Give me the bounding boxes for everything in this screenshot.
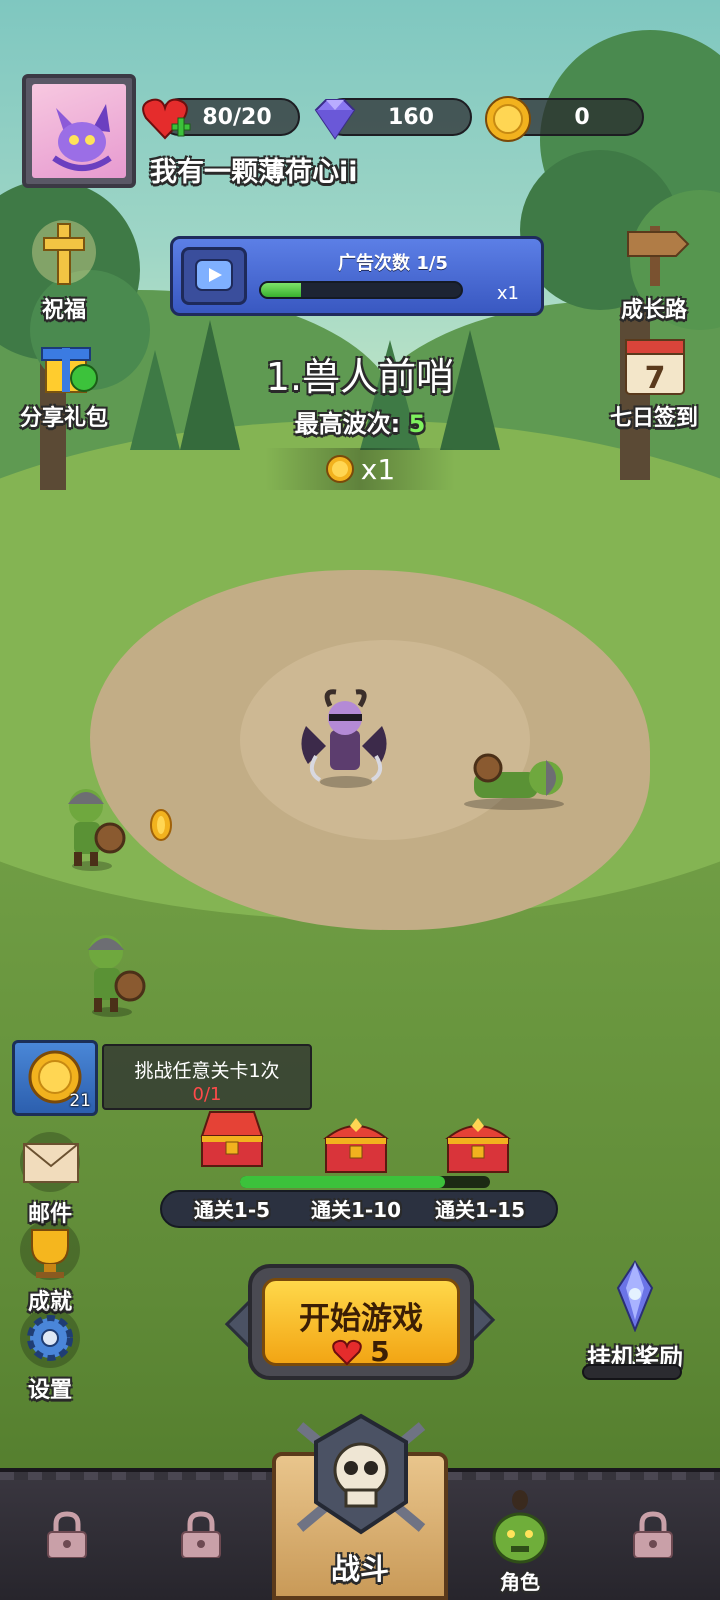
idle-reward-button[interactable]: 挂机奖励 [575,1260,695,1373]
demon-hunter-hero [301,689,387,788]
video-play-icon [195,259,233,291]
start-game-cost-value: 5 [370,1335,390,1368]
crystal-icon [616,1260,654,1333]
player-avatar[interactable] [22,74,136,188]
level-name: 1.兽人前哨 [265,355,455,399]
growth-path-button[interactable]: 成长路 [598,218,710,324]
coin-value: 0 [574,104,590,130]
lock-icon[interactable] [178,1510,224,1558]
signpost-icon [627,226,690,286]
diamond-icon [314,99,356,140]
settings-label: 设置 [27,1378,72,1403]
task-reward-count: 21 [69,1091,91,1111]
start-game-button-face: 开始游戏 5 [262,1278,460,1368]
milestone-label: 通关1-15 [434,1198,526,1222]
orc-enemy [68,789,126,871]
closed-chest-icon[interactable] [320,1112,392,1176]
mail-button[interactable]: 邮件 [0,1132,106,1228]
idle-reward-bar [582,1364,682,1380]
settings-button[interactable]: 设置 [0,1308,106,1404]
opened-chest-icon[interactable] [196,1106,268,1170]
heart-icon [332,1339,363,1365]
role-tab-label[interactable]: 角色 [482,1566,558,1595]
fallen-orc-enemy [464,753,564,810]
lock-icon[interactable] [630,1510,676,1558]
start-game-label: 开始游戏 [299,1301,423,1337]
skull-swords-icon [296,1413,426,1535]
stamina-value: 80/20 [202,104,272,130]
task-progress: 0/1 [192,1084,222,1105]
lock-icon[interactable] [44,1510,90,1558]
blessing-label: 祝福 [41,298,86,323]
player-name: 我有一颗薄荷心ii [150,157,358,188]
milestone-label: 通关1-10 [310,1198,402,1222]
ad-watch-panel[interactable]: 广告次数 1/5 x1 [170,236,544,316]
trophy-icon [20,1220,80,1280]
gear-icon [20,1308,80,1368]
milestone-track-fill [240,1176,445,1188]
achievements-button[interactable]: 成就 [0,1220,106,1316]
start-game-button[interactable]: 开始游戏 5 [248,1264,474,1380]
gem-value: 160 [388,104,434,130]
ad-play-button[interactable] [181,247,247,305]
golden-cross-icon [32,220,96,285]
daily-task[interactable]: 21 挑战任意关卡1次 0/1 [12,1040,312,1116]
task-reward-icon: 21 [12,1040,98,1116]
task-body: 挑战任意关卡1次 0/1 [102,1044,312,1110]
avatar-portrait [32,84,126,178]
ad-multiplier: x1 [496,283,519,304]
orc-enemy [88,935,146,1017]
coin-multiplier-value: x1 [360,452,396,486]
ad-progress-bar [259,281,463,299]
ad-progress-fill [261,283,301,297]
start-game-cost: 5 [265,1335,457,1368]
dropped-coin-icon [150,809,172,841]
best-wave-value: 5 [408,410,426,438]
blessing-button[interactable]: 祝福 [8,218,120,324]
closed-chest-icon[interactable] [442,1112,514,1176]
best-wave: 最高波次: 5 [0,404,720,439]
milestone-label: 通关1-5 [193,1198,271,1222]
orc-head-icon[interactable] [484,1488,556,1566]
gold-coin-icon [485,96,531,142]
coin-multiplier: x1 [265,448,455,490]
heart-plus-icon[interactable] [140,94,194,144]
ad-count-label: 广告次数 1/5 [338,253,448,274]
battle-tab-label: 战斗 [330,1552,389,1586]
gold-coin-icon [325,455,354,483]
growth-path-label: 成长路 [620,298,687,323]
purple-bat-mage-icon [52,104,112,171]
best-wave-label: 最高波次: [294,410,401,438]
task-text: 挑战任意关卡1次 [134,1060,280,1082]
envelope-icon [20,1132,80,1192]
